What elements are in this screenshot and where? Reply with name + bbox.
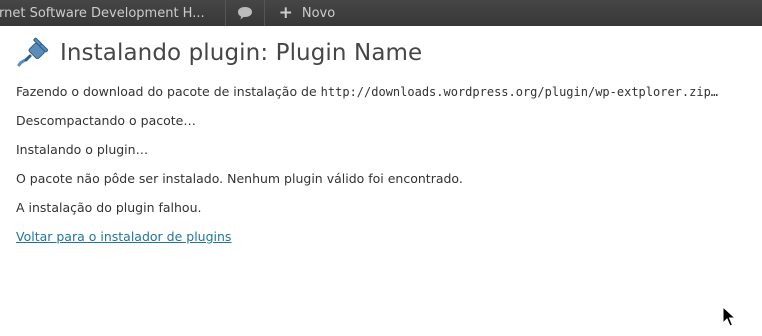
speech-bubble-icon [237, 7, 252, 20]
plus-icon: + [278, 2, 293, 23]
back-to-installer-link[interactable]: Voltar para o instalador de plugins [16, 229, 231, 244]
install-log: Fazendo o download do pacote de instalaç… [16, 83, 718, 257]
download-url: http://downloads.wordpress.org/plugin/wp… [320, 85, 719, 99]
page-title: Instalando plugin: Plugin Name [60, 40, 423, 66]
admin-bar: ernet Software Development H... + Novo [0, 0, 762, 26]
new-content-button[interactable]: + Novo [265, 0, 336, 26]
log-unpacking: Descompactando o pacote… [16, 113, 196, 128]
comments-button[interactable] [226, 0, 264, 26]
log-download: Fazendo o download do pacote de instalaç… [16, 84, 719, 99]
log-back: Voltar para o instalador de plugins [16, 228, 718, 257]
log-installing: Instalando o plugin… [16, 142, 149, 157]
site-name-link[interactable]: ernet Software Development H... [0, 0, 216, 26]
mouse-cursor-icon [722, 306, 736, 327]
log-failed: A instalação do plugin falhou. [16, 200, 202, 215]
log-error: O pacote não pôde ser instalado. Nenhum … [16, 171, 463, 186]
site-name-label: ernet Software Development H... [0, 5, 205, 21]
page-header: Instalando plugin: Plugin Name [16, 36, 762, 70]
plugin-icon [17, 37, 49, 67]
new-content-label: Novo [301, 5, 336, 21]
